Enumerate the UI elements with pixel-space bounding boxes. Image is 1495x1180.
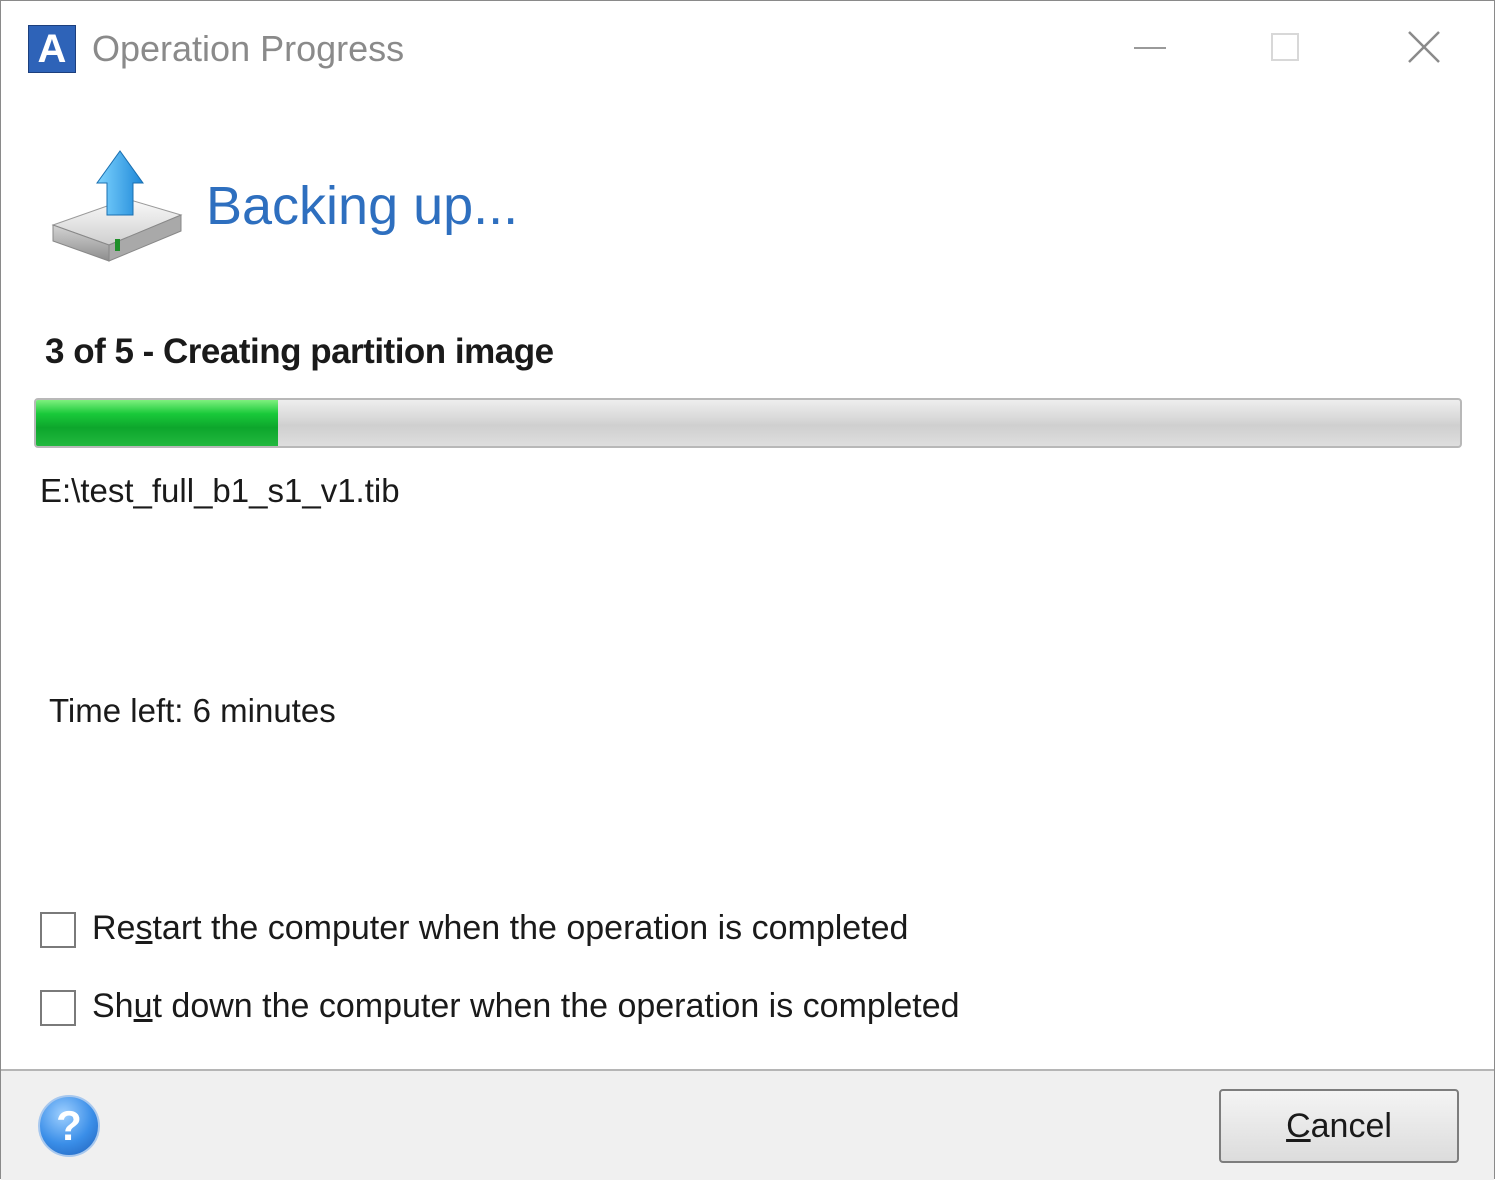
close-icon	[1408, 31, 1440, 63]
title-bar[interactable]: A Operation Progress	[1, 1, 1494, 97]
restart-checkbox[interactable]	[40, 912, 76, 948]
help-icon: ?	[56, 1102, 82, 1149]
minimize-button[interactable]	[1118, 21, 1182, 73]
progress-bar-fill	[36, 400, 279, 446]
shutdown-checkbox-label[interactable]: Shut down the computer when the operatio…	[92, 984, 960, 1028]
operation-progress-window: A Operation Progress Backing up... 3 of …	[0, 0, 1495, 1180]
maximize-button[interactable]	[1254, 21, 1318, 73]
shutdown-checkbox[interactable]	[40, 990, 76, 1026]
window-title: Operation Progress	[92, 28, 405, 69]
app-logo-icon: A	[28, 25, 76, 73]
operation-heading: Backing up...	[206, 176, 519, 236]
backup-file-path: E:\test_full_b1_s1_v1.tib	[40, 472, 400, 509]
cancel-button[interactable]: Cancel	[1219, 1089, 1459, 1163]
time-left-text: Time left: 6 minutes	[49, 692, 336, 729]
backup-drive-icon	[51, 150, 183, 262]
close-button[interactable]	[1392, 21, 1456, 73]
dialog-footer: ? Cancel	[1, 1069, 1494, 1180]
help-button[interactable]: ?	[38, 1095, 100, 1157]
step-status-text: 3 of 5 - Creating partition image	[45, 332, 554, 371]
restart-checkbox-label[interactable]: Restart the computer when the operation …	[92, 906, 908, 950]
progress-bar	[34, 398, 1462, 448]
